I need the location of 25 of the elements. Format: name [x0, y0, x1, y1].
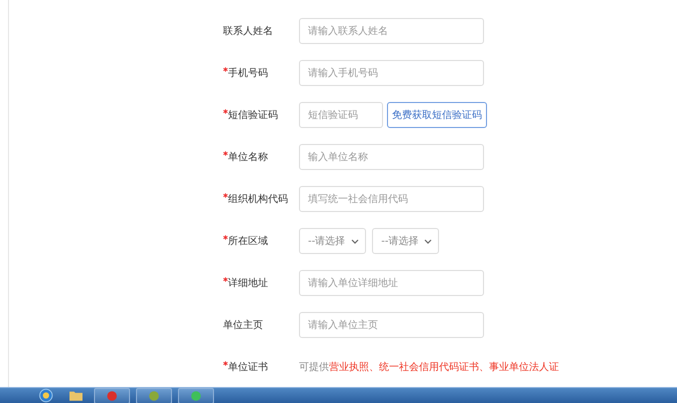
field-label: 手机号码: [228, 66, 268, 80]
field-label: 组织机构代码: [228, 192, 288, 206]
input-field[interactable]: 短信验证码: [299, 102, 383, 128]
input-field[interactable]: 请输入联系人姓名: [299, 18, 484, 44]
hint-text: 可提供营业执照、统一社会信用代码证书、事业单位法人证: [299, 360, 559, 374]
chevron-down-icon: [424, 238, 432, 244]
taskbar-app[interactable]: [136, 388, 172, 403]
chevron-down-icon: [351, 238, 360, 244]
field-label: 详细地址: [228, 276, 268, 290]
input-field[interactable]: 请输入单位详细地址: [299, 270, 484, 296]
taskbar-app[interactable]: [178, 388, 214, 403]
field-label: 单位名称: [228, 150, 268, 164]
field-label: 单位证书: [228, 360, 268, 374]
input-field[interactable]: 填写统一社会信用代码: [299, 186, 484, 212]
dropdown[interactable]: --请选择: [372, 228, 440, 254]
field-label: 单位主页: [223, 318, 263, 332]
input-field[interactable]: 请输入单位主页: [299, 312, 484, 338]
input-field[interactable]: 输入单位名称: [299, 144, 484, 170]
field-label: 联系人姓名: [223, 24, 273, 38]
field-label: 所在区域: [228, 234, 268, 248]
get-code-button[interactable]: 免费获取短信验证码: [387, 102, 487, 128]
field-label: 短信验证码: [228, 109, 278, 122]
taskbar-app[interactable]: [94, 388, 130, 403]
dropdown[interactable]: --请选择: [299, 228, 366, 254]
input-field[interactable]: 请输入手机号码: [299, 60, 484, 86]
